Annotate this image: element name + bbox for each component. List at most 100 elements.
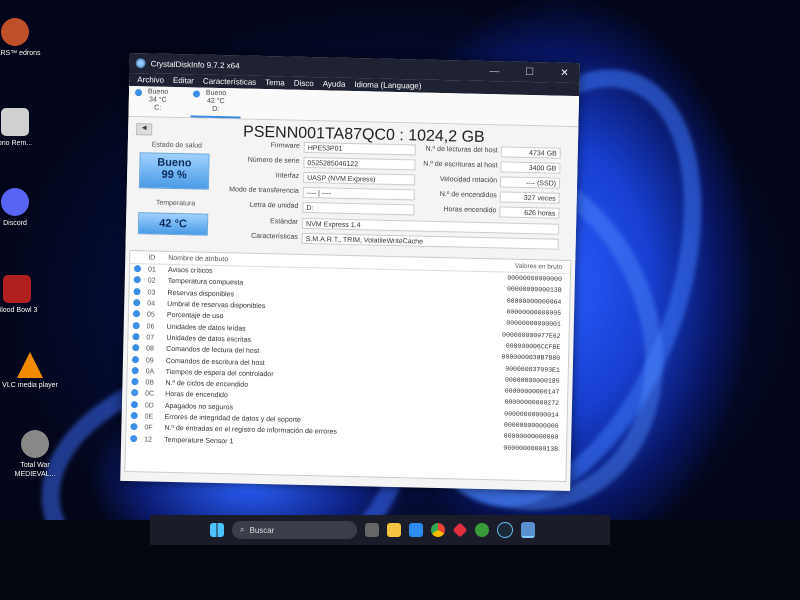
desktop-icon[interactable]: Blood Bowl 3 — [0, 275, 52, 315]
desktop-icon[interactable]: orio Rem... — [0, 108, 50, 148]
attribute-raw-value: 000000037093E1 — [505, 365, 560, 374]
header-id[interactable]: ID — [148, 254, 168, 261]
game-icon — [1, 18, 29, 46]
disk-tab-letter: D: — [212, 105, 220, 113]
serial-label: Número de serie — [247, 156, 300, 165]
total-war-icon — [21, 430, 49, 458]
temperature-value: 42 °C — [137, 212, 209, 236]
chrome-icon[interactable] — [431, 523, 445, 537]
menu-tema[interactable]: Tema — [265, 78, 285, 87]
mail-icon[interactable] — [409, 523, 423, 537]
menu-disco[interactable]: Disco — [294, 79, 314, 88]
attribute-raw-value: 00000000000272 — [504, 398, 560, 408]
health-indicator-icon — [131, 355, 140, 363]
maximize-button[interactable]: ☐ — [514, 66, 544, 78]
attribute-raw-value: 00000000000185 — [504, 376, 560, 385]
xbox-icon[interactable] — [475, 523, 489, 537]
interface-label: Interfaz — [275, 172, 300, 180]
attribute-raw-value: 0000000000013B — [506, 286, 562, 295]
health-indicator-icon — [130, 434, 138, 442]
health-indicator-icon — [131, 389, 139, 397]
desktop-icon-label: Total War MEDIEVAL... — [14, 462, 56, 478]
health-indicator-icon — [130, 412, 138, 420]
attribute-raw-value: 00000000000000 — [507, 274, 562, 283]
health-indicator-icon — [132, 321, 140, 329]
health-indicator-icon — [131, 366, 139, 375]
discord-icon — [1, 188, 29, 216]
menu-editar[interactable]: Editar — [173, 76, 194, 85]
host-writes-label: N.º de escrituras al host — [423, 160, 498, 170]
health-indicator-icon — [132, 344, 140, 352]
attribute-raw-value: 00000000000000 — [503, 421, 559, 430]
drive-letter-label: Letra de unidad — [249, 201, 299, 210]
remote-desktop-icon — [1, 108, 29, 136]
crystaldiskinfo-window: CrystalDiskInfo 9.7.2 x64 — ☐ ✕ Archivo … — [120, 52, 580, 492]
windows-start-icon[interactable] — [210, 523, 224, 537]
attribute-raw-value: 000000006CCFBE — [505, 342, 561, 351]
crystaldiskinfo-icon[interactable] — [521, 522, 535, 538]
interface-value: UASP (NVM Express) — [303, 171, 416, 186]
power-on-count-value: 327 veces — [499, 191, 560, 204]
host-reads-value: 4734 GB — [500, 146, 561, 159]
attribute-id: 0A — [145, 368, 155, 376]
health-indicator-icon — [130, 400, 139, 408]
rotation-label: Velocidad rotación — [439, 176, 498, 185]
smart-table-body: 01 Avisos críticos 00000000000000 02 Tempera… — [126, 264, 570, 455]
drive-letter-value: D: — [302, 201, 415, 216]
desktop-icon[interactable]: Discord — [0, 188, 50, 228]
desktop-icon-label: orio Rem... — [0, 140, 33, 147]
attribute-id: 0F — [144, 424, 153, 432]
firmware-value: HPE53P01 — [303, 141, 416, 156]
minimize-button[interactable]: — — [479, 65, 509, 77]
menu-caracteristicas[interactable]: Características — [203, 77, 257, 87]
desktop-icon[interactable]: WARS™ edrons — [0, 18, 50, 58]
menu-archivo[interactable]: Archivo — [137, 75, 164, 85]
file-explorer-icon[interactable] — [387, 523, 401, 537]
header-raw-values[interactable]: Valores en bruto — [472, 261, 570, 270]
search-placeholder: Buscar — [249, 525, 275, 535]
rotation-value: ---- (SSD) — [499, 176, 561, 189]
health-indicator-icon — [131, 378, 139, 386]
attribute-raw-value: 00000000000014 — [504, 410, 559, 419]
taskbar: ⌕ Buscar — [150, 515, 610, 545]
health-label: Estado de salud — [151, 141, 202, 150]
attribute-raw-value: 0000000000013B — [503, 444, 559, 453]
task-view-icon[interactable] — [365, 523, 379, 537]
health-indicator-icon — [130, 423, 138, 431]
prev-disk-button[interactable]: ◀ — [136, 123, 153, 136]
menu-ayuda[interactable]: Ayuda — [323, 79, 346, 89]
attribute-raw-value: 00000000000000 — [503, 432, 559, 442]
features-label: Características — [251, 232, 298, 241]
power-on-hours-value: 626 horas — [499, 206, 560, 219]
app-diamond-icon[interactable] — [452, 522, 468, 538]
attribute-raw-value: 00000000000064 — [506, 297, 562, 306]
blood-bowl-icon — [3, 275, 31, 303]
attribute-id: 05 — [146, 311, 155, 319]
attribute-id: 0C — [145, 390, 155, 398]
desktop-icon[interactable]: Total War MEDIEVAL... — [0, 430, 70, 479]
attribute-raw-value: 0000000038B7B80 — [501, 353, 561, 363]
health-percent: 99 % — [161, 168, 187, 182]
host-writes-value: 3400 GB — [500, 161, 561, 174]
power-on-hours-label: Horas encendido — [443, 206, 497, 215]
attribute-id: 02 — [147, 277, 156, 286]
health-status-box: Bueno 99 % — [138, 152, 210, 190]
steam-icon[interactable] — [497, 522, 513, 538]
attribute-id: 0B — [145, 379, 155, 387]
smart-attributes-table: ID Nombre de atributo Valores en bruto 0… — [124, 249, 572, 482]
desktop-icon-label: Discord — [3, 220, 27, 227]
attribute-id: 06 — [146, 323, 155, 331]
disk-tab-c[interactable]: Bueno 34 °C C: — [132, 86, 183, 117]
disk-tab-d[interactable]: Bueno 42 °C D: — [190, 87, 242, 119]
health-indicator-icon — [132, 333, 140, 341]
close-button[interactable]: ✕ — [549, 67, 579, 79]
search-icon: ⌕ — [240, 525, 245, 534]
health-indicator-icon — [133, 276, 141, 284]
taskbar-search[interactable]: ⌕ Buscar — [232, 521, 357, 539]
triangle-left-icon: ◀ — [141, 125, 147, 132]
menu-idioma[interactable]: Idioma (Language) — [354, 80, 421, 91]
attribute-id: 09 — [145, 356, 154, 365]
disk-tab-letter: C: — [154, 104, 162, 112]
desktop-icon[interactable]: VLC media player — [0, 352, 65, 390]
attribute-raw-value: 00000000000005 — [506, 308, 562, 317]
